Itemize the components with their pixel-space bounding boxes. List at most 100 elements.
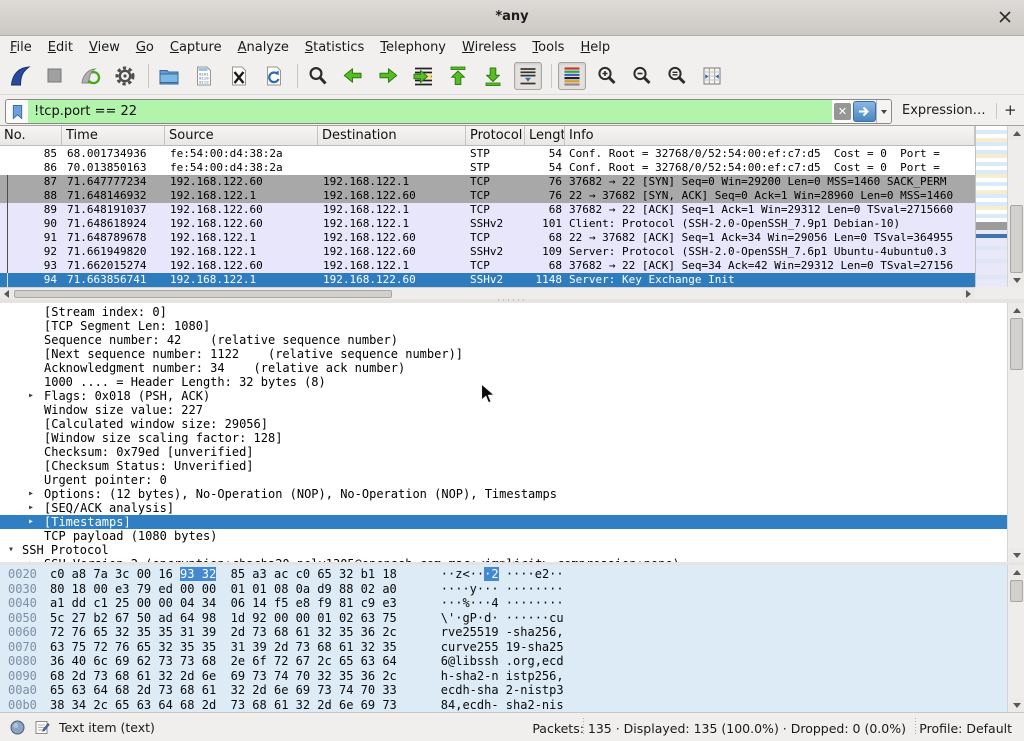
detail-line[interactable]: Acknowledgment number: 34 (relative ack …	[0, 361, 1007, 375]
menu-help[interactable]: Help	[572, 38, 618, 57]
go-to-packet-button[interactable]	[409, 62, 437, 90]
packet-row-85[interactable]: 8568.001734936fe:54:00:d4:38:2aSTP54Conf…	[0, 147, 975, 161]
capture-options-button[interactable]	[111, 62, 139, 90]
scroll-up-button[interactable]	[1009, 565, 1024, 579]
packet-row-92[interactable]: 9271.661949820192.168.122.1192.168.122.6…	[0, 245, 975, 259]
scroll-down-button[interactable]	[1009, 698, 1024, 712]
detail-line[interactable]: ▸Options: (12 bytes), No-Operation (NOP)…	[0, 487, 1007, 501]
hex-row-0060[interactable]: 006072 76 65 32 35 35 31 39 2d 73 68 61 …	[0, 625, 1007, 640]
expander-closed-icon[interactable]: ▸	[28, 389, 34, 403]
hex-row-00b0[interactable]: 00b038 34 2c 65 63 64 68 2d 73 68 61 32 …	[0, 698, 1007, 713]
open-file-button[interactable]	[155, 62, 183, 90]
expander-closed-icon[interactable]: ▸	[28, 501, 34, 515]
reload-file-button[interactable]	[260, 62, 288, 90]
hex-row-0050[interactable]: 00505c 27 b2 67 50 ad 64 98 1d 92 00 00 …	[0, 611, 1007, 626]
filter-apply-button[interactable]	[853, 101, 876, 122]
packet-row-88[interactable]: 8871.648146932192.168.122.1192.168.122.6…	[0, 189, 975, 203]
column-header-no[interactable]: No.	[0, 126, 62, 145]
expander-open-icon[interactable]: ▾	[8, 543, 14, 557]
scroll-up-button[interactable]	[1009, 126, 1024, 140]
scroll-down-button[interactable]	[1009, 548, 1024, 562]
detail-line[interactable]: Sequence number: 42 (relative sequence n…	[0, 333, 1007, 347]
packet-row-90[interactable]: 9071.648618924192.168.122.60192.168.122.…	[0, 217, 975, 231]
menu-go[interactable]: Go	[128, 38, 162, 57]
menu-edit[interactable]: Edit	[40, 38, 81, 57]
scroll-right-button[interactable]	[962, 289, 975, 299]
go-to-bottom-button[interactable]	[479, 62, 507, 90]
hex-row-0020[interactable]: 0020c0 a8 7a 3c 00 16 93 32 85 a3 ac c0 …	[0, 567, 1007, 582]
packet-list-hscrollbar[interactable]	[0, 287, 975, 299]
filter-history-dropdown[interactable]	[876, 100, 891, 123]
hex-row-0080[interactable]: 008036 40 6c 69 62 73 73 68 2e 6f 72 67 …	[0, 654, 1007, 669]
detail-line[interactable]: Checksum: 0x79ed [unverified]	[0, 445, 1007, 459]
packet-row-91[interactable]: 9171.648789678192.168.122.1192.168.122.6…	[0, 231, 975, 245]
packet-list-vscrollbar[interactable]	[1007, 126, 1024, 287]
hex-row-0040[interactable]: 0040a1 dd c1 25 00 00 04 34 06 14 f5 e8 …	[0, 596, 1007, 611]
column-header-protocol[interactable]: Protocol	[466, 126, 525, 145]
menu-capture[interactable]: Capture	[162, 38, 230, 57]
expander-closed-icon[interactable]: ▸	[28, 487, 34, 501]
column-header-length[interactable]: Length	[525, 126, 565, 145]
hex-row-0030[interactable]: 003080 18 00 e3 79 ed 00 00 01 01 08 0a …	[0, 582, 1007, 597]
add-filter-button[interactable]: +	[1004, 101, 1017, 119]
detail-line[interactable]: ▾SSH Protocol	[0, 543, 1007, 557]
go-forward-button[interactable]	[374, 62, 402, 90]
expression-button[interactable]: Expression…	[902, 103, 986, 118]
details-vscrollbar[interactable]	[1007, 303, 1024, 562]
scroll-up-button[interactable]	[1009, 303, 1024, 317]
start-capture-button[interactable]	[6, 62, 34, 90]
expert-info-icon[interactable]	[10, 720, 25, 735]
detail-line[interactable]: 1000 .... = Header Length: 32 bytes (8)	[0, 375, 1007, 389]
detail-line[interactable]: Urgent pointer: 0	[0, 473, 1007, 487]
scroll-left-button[interactable]	[0, 289, 13, 299]
packet-row-89[interactable]: 8971.648191037192.168.122.60192.168.122.…	[0, 203, 975, 217]
save-file-button[interactable]: 010101100113	[190, 62, 218, 90]
column-header-source[interactable]: Source	[165, 126, 318, 145]
menu-view[interactable]: View	[81, 38, 128, 57]
packet-row-93[interactable]: 9371.662015274192.168.122.60192.168.122.…	[0, 259, 975, 273]
detail-line[interactable]: [Window size scaling factor: 128]	[0, 431, 1007, 445]
scrollbar-thumb[interactable]	[14, 290, 392, 298]
menu-file[interactable]: File	[2, 38, 40, 57]
close-file-button[interactable]	[225, 62, 253, 90]
hex-row-00a0[interactable]: 00a065 63 64 68 2d 73 68 61 32 2d 6e 69 …	[0, 683, 1007, 698]
menu-wireless[interactable]: Wireless	[454, 38, 524, 57]
column-header-info[interactable]: Info	[565, 126, 975, 145]
menu-tools[interactable]: Tools	[524, 38, 572, 57]
detail-line[interactable]: [Next sequence number: 1122 (relative se…	[0, 347, 1007, 361]
profile-text[interactable]: Profile: Default	[919, 721, 1012, 736]
detail-line[interactable]: [Calculated window size: 29056]	[0, 417, 1007, 431]
bytes-vscrollbar[interactable]	[1007, 565, 1024, 712]
menu-telephony[interactable]: Telephony	[372, 38, 454, 57]
menu-statistics[interactable]: Statistics	[297, 38, 372, 57]
zoom-reset-button[interactable]	[663, 62, 691, 90]
zoom-out-button[interactable]	[628, 62, 656, 90]
hex-row-0090[interactable]: 009068 2d 73 68 61 32 2d 6e 69 73 74 70 …	[0, 669, 1007, 684]
detail-line[interactable]: ▸[Timestamps]	[0, 515, 1007, 529]
detail-line[interactable]: [TCP Segment Len: 1080]	[0, 319, 1007, 333]
hex-row-0070[interactable]: 007063 75 72 76 65 32 35 35 31 39 2d 73 …	[0, 640, 1007, 655]
go-to-top-button[interactable]	[444, 62, 472, 90]
column-header-time[interactable]: Time	[62, 126, 165, 145]
scrollbar-thumb[interactable]	[1010, 580, 1023, 602]
go-back-button[interactable]	[339, 62, 367, 90]
filter-clear-button[interactable]: ✕	[834, 103, 851, 120]
column-header-destination[interactable]: Destination	[318, 126, 466, 145]
detail-line[interactable]: [Stream index: 0]	[0, 305, 1007, 319]
colorize-button[interactable]	[558, 62, 586, 90]
expander-closed-icon[interactable]: ▸	[28, 515, 34, 529]
detail-line[interactable]: Window size value: 227	[0, 403, 1007, 417]
display-filter-input[interactable]	[28, 100, 832, 123]
scroll-down-button[interactable]	[1009, 273, 1024, 287]
intelligent-scrollbar-minimap[interactable]	[975, 126, 1007, 287]
close-button[interactable]	[996, 8, 1014, 26]
detail-line[interactable]: ▸Flags: 0x018 (PSH, ACK)	[0, 389, 1007, 403]
detail-line[interactable]: [Checksum Status: Unverified]	[0, 459, 1007, 473]
find-packet-button[interactable]	[304, 62, 332, 90]
packet-row-86[interactable]: 8670.013850163fe:54:00:d4:38:2aSTP54Conf…	[0, 161, 975, 175]
scrollbar-thumb[interactable]	[1010, 318, 1023, 370]
zoom-in-button[interactable]	[593, 62, 621, 90]
packet-row-87[interactable]: 8771.647777234192.168.122.60192.168.122.…	[0, 175, 975, 189]
packet-row-94[interactable]: 9471.663856741192.168.122.1192.168.122.6…	[0, 273, 975, 287]
filter-bookmark-button[interactable]	[6, 100, 28, 123]
